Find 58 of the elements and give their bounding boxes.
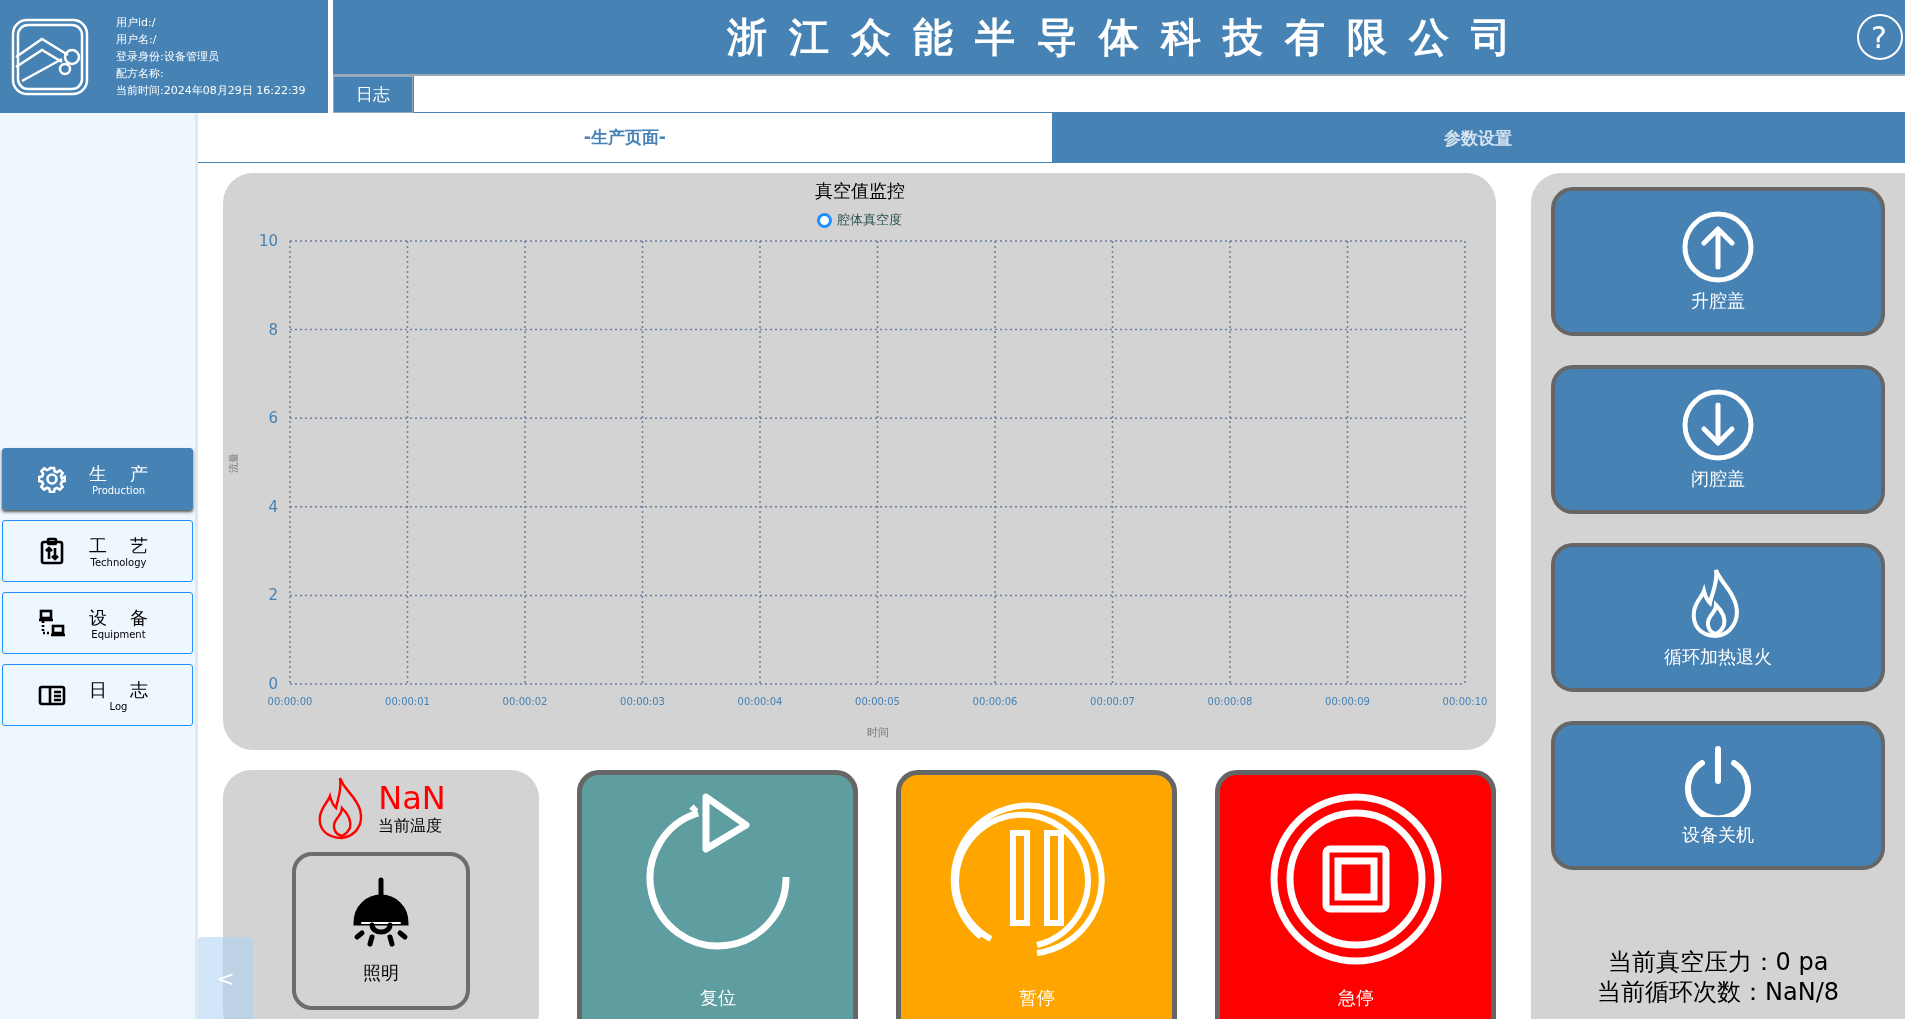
- legend-label: 腔体真空度: [837, 211, 902, 229]
- status-text: 当前真空压力：0 pa: [1607, 947, 1829, 977]
- nav-button[interactable]: 工 艺 Technology: [2, 520, 193, 582]
- y-tick-label: 10: [258, 232, 278, 250]
- nav-button[interactable]: 设 备 Equipment: [2, 592, 193, 654]
- x-tick-label: 00:00:07: [1090, 696, 1135, 707]
- network-icon: [37, 609, 66, 637]
- x-tick-label: 00:00:04: [737, 696, 783, 707]
- tab[interactable]: 参数设置: [1051, 113, 1905, 163]
- nav-sublabel: Production: [91, 484, 146, 496]
- action-button[interactable]: 急停: [1215, 770, 1496, 1019]
- control-button[interactable]: 设备关机: [1551, 721, 1885, 870]
- action-button[interactable]: 复位: [577, 770, 858, 1019]
- nav-label: 日 志: [88, 678, 158, 701]
- x-tick-label: 00:00:08: [1207, 696, 1253, 707]
- nav-button[interactable]: 日 志 Log: [2, 664, 193, 726]
- log-tab[interactable]: 日志: [333, 76, 413, 113]
- y-tick-label: 4: [268, 497, 278, 516]
- nav-sublabel: Log: [109, 700, 128, 712]
- power-icon: [1682, 744, 1754, 817]
- nav-button[interactable]: 生 产 Production: [2, 448, 193, 510]
- temperature-label: 当前温度: [378, 815, 444, 837]
- x-tick-label: 00:00:10: [1442, 696, 1488, 707]
- x-tick-label: 00:00:01: [385, 696, 430, 707]
- info-text: 登录身份:设备管理员: [116, 49, 220, 65]
- y-tick-label: 2: [268, 586, 278, 605]
- company-title: 浙江众能半导体科技有限公司: [727, 12, 1533, 62]
- control-button[interactable]: 循环加热退火: [1551, 543, 1885, 692]
- info-text: 用户id:/: [116, 15, 157, 31]
- status-text: 当前循环次数：NaN/8: [1597, 977, 1839, 1007]
- y-axis-title: 流量: [228, 452, 239, 473]
- x-tick-label: 00:00:06: [972, 696, 1018, 707]
- x-tick-label: 00:00:02: [502, 696, 548, 707]
- nav-label: 工 艺: [88, 534, 158, 557]
- control-button[interactable]: 闭腔盖: [1551, 365, 1885, 514]
- gear-icon: [37, 465, 66, 493]
- x-tick-label: 00:00:05: [855, 696, 900, 707]
- nav-label: 设 备: [88, 606, 158, 629]
- nav-sublabel: Technology: [90, 556, 147, 568]
- info-text: 配方名称:: [116, 66, 165, 82]
- x-tick-label: 00:00:03: [620, 696, 665, 707]
- nav-sublabel: Equipment: [91, 628, 146, 640]
- temperature-value: NaN: [378, 779, 446, 816]
- help-button[interactable]: ?: [1857, 14, 1903, 60]
- logo-icon: [10, 16, 90, 97]
- legend-marker: [817, 212, 832, 228]
- x-axis-title: 时间: [866, 726, 889, 739]
- y-tick-label: 6: [268, 409, 278, 428]
- x-tick-label: 00:00:09: [1325, 696, 1370, 707]
- x-tick-label: 00:00:00: [267, 696, 313, 707]
- info-text: 当前时间:2024年08月29日 16:22:39: [116, 83, 306, 99]
- light-button[interactable]: 照明: [292, 852, 470, 1010]
- y-tick-label: 8: [268, 320, 278, 339]
- control-button[interactable]: 升腔盖: [1551, 187, 1885, 336]
- nav-label: 生 产: [88, 462, 158, 485]
- y-tick-label: 0: [268, 675, 278, 693]
- chart-title: 真空值监控: [814, 179, 905, 203]
- info-text: 用户名:/: [116, 32, 158, 48]
